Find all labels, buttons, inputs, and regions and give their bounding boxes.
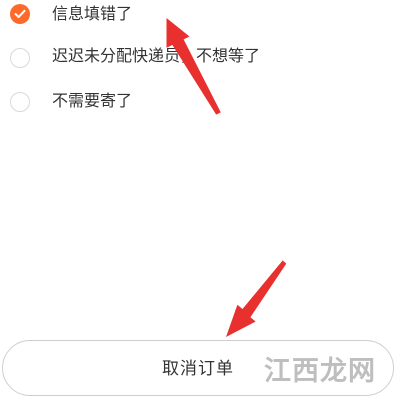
- reason-option-courier-delay[interactable]: 迟迟未分配快递员，不想等了: [0, 38, 400, 78]
- reason-option-not-needed[interactable]: 不需要寄了: [0, 82, 400, 122]
- reason-label-courier-delay: 迟迟未分配快递员，不想等了: [52, 46, 261, 65]
- check-circle-icon[interactable]: [10, 4, 30, 24]
- empty-circle-icon[interactable]: [10, 48, 30, 68]
- reason-label-not-needed: 不需要寄了: [52, 91, 133, 110]
- reason-label-info-wrong: 信息填错了: [52, 4, 133, 23]
- cancel-order-label: 取消订单: [162, 359, 234, 379]
- empty-circle-icon[interactable]: [10, 92, 30, 112]
- cancel-order-button[interactable]: 取消订单: [2, 340, 394, 396]
- reason-option-info-wrong[interactable]: 信息填错了: [0, 0, 400, 34]
